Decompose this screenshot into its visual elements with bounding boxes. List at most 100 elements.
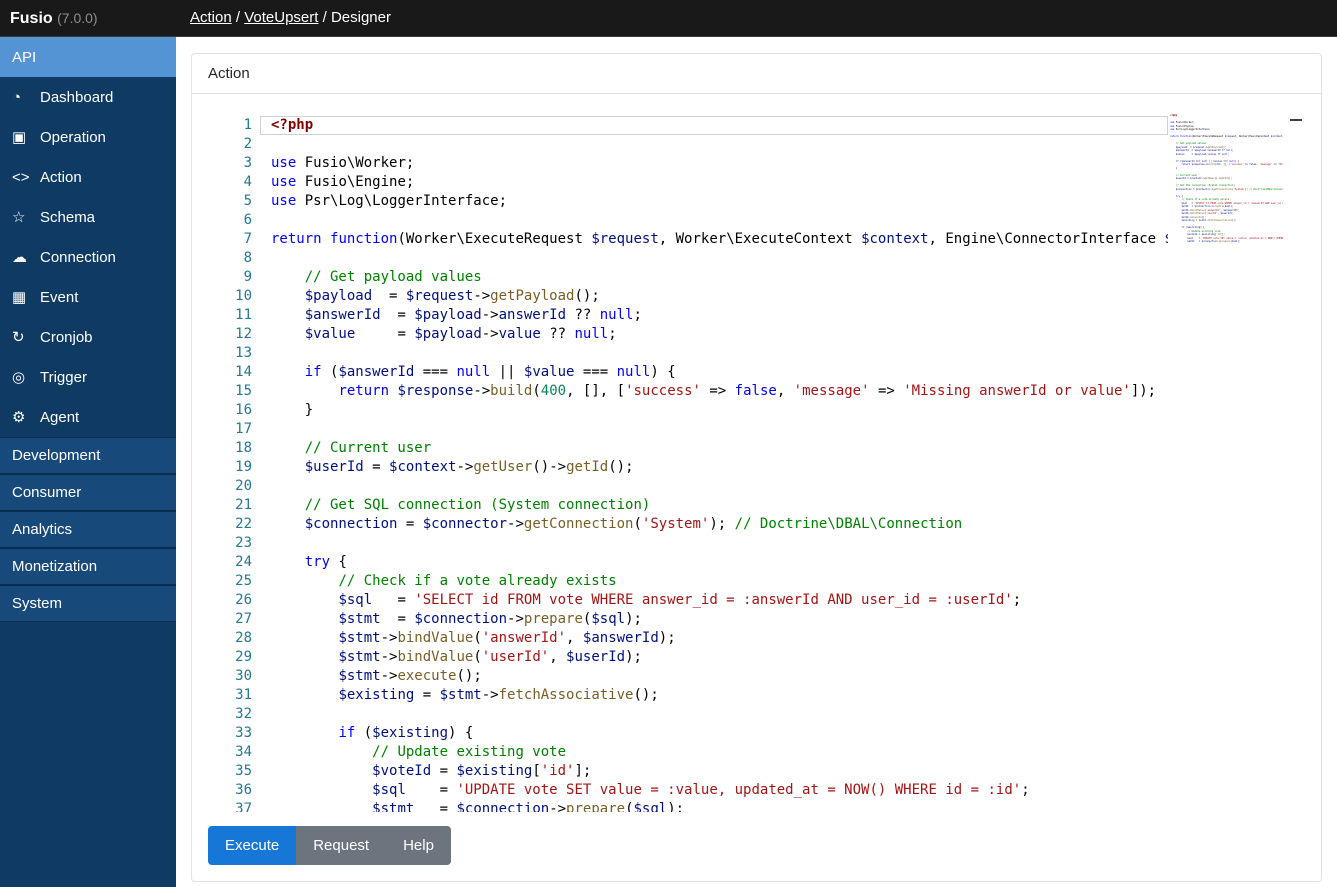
line-number: 7: [243, 231, 252, 247]
sidebar-item-agent[interactable]: ⚙ Agent: [0, 397, 176, 437]
sidebar-item-schema[interactable]: ☆ Schema: [0, 197, 176, 237]
line-number: 15: [235, 383, 252, 399]
sidebar-item-label: API: [12, 48, 37, 66]
sidebar-item-event[interactable]: ▦ Event: [0, 277, 176, 317]
code-line: // Get payload values: [304, 269, 482, 285]
breadcrumb-action[interactable]: Action: [190, 9, 232, 26]
breadcrumb-designer: Designer: [330, 9, 391, 26]
editor-minimap[interactable]: <?php use Fusio\Worker; use Fusio\Engine;…: [1170, 114, 1283, 804]
code-line: // Check if a vote already exists: [338, 573, 617, 589]
code-line: $connection = $connector->getConnection(…: [304, 516, 963, 532]
sidebar-item-label: Trigger: [40, 368, 87, 386]
sidebar: API ◔ Dashboard ▣ Operation <> Action ☆ Schema ☁ C…: [0, 37, 176, 887]
topbar: Fusio (7.0.0) Action / VoteUpsert / Desi…: [0, 0, 1337, 37]
code-line: $voteId = $existing['id'];: [372, 763, 592, 779]
trigger-target-icon: ◎: [12, 369, 26, 386]
main-content: Action 1 2 3 4 5 6 7 8 9 10 11 12 13 14 15 16 17 18 19 20 21…: [176, 37, 1337, 887]
line-number: 10: [235, 288, 252, 304]
panel-body: 1 2 3 4 5 6 7 8 9 10 11 12 13 14 15 16 17 18 19 20 21 22 23 24 2…: [192, 94, 1321, 881]
code-line: $answerId = $payload->answerId ?? null;: [304, 307, 642, 323]
sidebar-section-system[interactable]: System: [0, 585, 176, 622]
code-line: $stmt->bindValue('userId', $userId);: [338, 649, 642, 665]
line-number: 2: [243, 136, 252, 152]
code-line: // Update existing vote: [372, 744, 567, 760]
line-number: 1: [243, 117, 252, 133]
sidebar-item-action[interactable]: <> Action: [0, 157, 176, 197]
agent-robot-icon: ⚙: [12, 409, 26, 426]
code-line: if ($existing) {: [338, 725, 474, 741]
brand: Fusio (7.0.0): [10, 0, 98, 37]
code-line: }: [271, 402, 314, 418]
connection-cloud-icon: ☁: [12, 249, 27, 266]
code-line: return $response->build(400, [], ['succe…: [338, 383, 1157, 399]
operation-icon: ▣: [12, 129, 27, 146]
line-number: 29: [235, 649, 252, 665]
code-line: $stmt = $connection->prepare($sql);: [372, 801, 685, 812]
sidebar-nav: API ◔ Dashboard ▣ Operation <> Action ☆ Schema ☁ C…: [0, 37, 176, 622]
code-line: $payload = $request->getPayload();: [304, 288, 600, 304]
line-number: 33: [235, 725, 252, 741]
editor-viewport[interactable]: <?php use Fusio\Worker; use Fusio\Engine;…: [271, 116, 1168, 812]
code-line: return function(Worker\ExecuteRequest $r…: [271, 231, 1168, 247]
minimap-content: <?php use Fusio\Worker; use Fusio\Engine;…: [1170, 114, 1283, 244]
code-line: // Current user: [304, 440, 432, 456]
line-number: 16: [235, 402, 252, 418]
sidebar-section-development[interactable]: Development: [0, 437, 176, 474]
line-number: 18: [235, 440, 252, 456]
editor-code[interactable]: <?php use Fusio\Worker; use Fusio\Engine;…: [271, 116, 1168, 812]
sidebar-section-analytics[interactable]: Analytics: [0, 511, 176, 548]
sidebar-item-operation[interactable]: ▣ Operation: [0, 117, 176, 157]
line-number: 14: [235, 364, 252, 380]
code-line: $stmt = $connection->prepare($sql);: [1187, 240, 1241, 243]
request-button[interactable]: Request: [296, 826, 387, 865]
brand-version: (7.0.0): [57, 10, 98, 26]
sidebar-item-label: Cronjob: [40, 328, 93, 346]
action-buttons: Execute Request Help: [208, 826, 451, 865]
sidebar-item-label: Action: [40, 168, 82, 186]
line-number: 9: [243, 269, 252, 285]
action-code-icon: <>: [12, 168, 30, 186]
line-number: 23: [235, 535, 252, 551]
sidebar-item-connection[interactable]: ☁ Connection: [0, 237, 176, 277]
sidebar-section-monetization[interactable]: Monetization: [0, 548, 176, 585]
line-number: 34: [235, 744, 252, 760]
sidebar-item-label: Operation: [40, 128, 106, 146]
line-number: 17: [235, 421, 252, 437]
line-number: 27: [235, 611, 252, 627]
line-number: 30: [235, 668, 252, 684]
line-number: 22: [235, 516, 252, 532]
line-number: 12: [235, 326, 252, 342]
line-number: 4: [243, 174, 252, 190]
code-line: if ($answerId === null || $value === nul…: [304, 364, 676, 380]
execute-button[interactable]: Execute: [208, 826, 297, 865]
code-line: $userId = $context->getUser()->getId();: [304, 459, 634, 475]
code-line: // Get SQL connection (System connection…: [304, 497, 651, 513]
line-number: 8: [243, 250, 252, 266]
help-button[interactable]: Help: [386, 826, 451, 865]
code-editor[interactable]: 1 2 3 4 5 6 7 8 9 10 11 12 13 14 15 16 17 18 19 20 21 22 23 24 2…: [208, 110, 1305, 812]
brand-name: Fusio: [10, 10, 53, 27]
sidebar-item-dashboard[interactable]: ◔ Dashboard: [0, 77, 176, 117]
code-line: $stmt->execute();: [338, 668, 482, 684]
cronjob-clock-icon: ↻: [12, 329, 25, 346]
sidebar-item-trigger[interactable]: ◎ Trigger: [0, 357, 176, 397]
line-number: 6: [243, 212, 252, 228]
line-number: 31: [235, 687, 252, 703]
code-line: use Psr\Log\LoggerInterface;: [271, 193, 508, 209]
code-line: return $response->build(400, [], ['succe…: [1181, 163, 1283, 166]
code-line: $sql = 'SELECT id FROM vote WHERE answer…: [338, 592, 1022, 608]
line-number: 20: [235, 478, 252, 494]
sidebar-item-label: Dashboard: [40, 88, 114, 106]
breadcrumb-voteupsert[interactable]: VoteUpsert: [244, 9, 318, 26]
sidebar-item-api[interactable]: API: [0, 37, 176, 77]
code-line: use Fusio\Engine;: [271, 174, 415, 190]
sidebar-item-cronjob[interactable]: ↻ Cronjob: [0, 317, 176, 357]
sidebar-section-consumer[interactable]: Consumer: [0, 474, 176, 511]
event-calendar-icon: ▦: [12, 289, 27, 306]
